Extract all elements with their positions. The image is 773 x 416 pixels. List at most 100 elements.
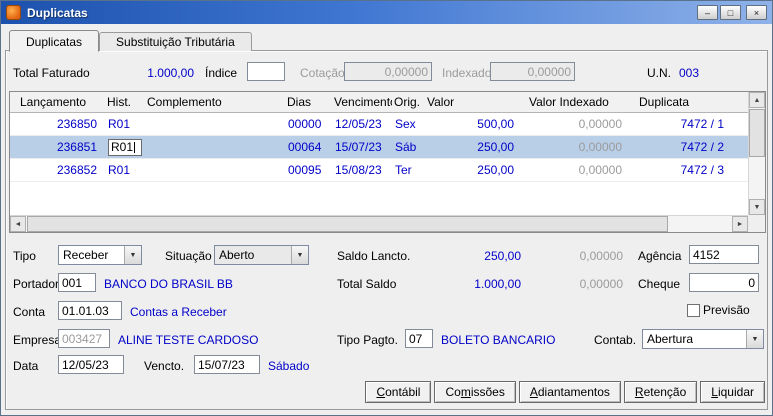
window-title: Duplicatas	[27, 5, 88, 20]
tab-substituicao-tributaria[interactable]: Substituição Tributária	[99, 32, 252, 51]
cell-lancamento: 236851	[56, 140, 97, 154]
window-controls: – □ ×	[697, 5, 767, 20]
data-input[interactable]	[58, 355, 124, 374]
tipo-select[interactable]: Receber ▼	[58, 245, 142, 265]
cell-dias: 00095	[288, 163, 322, 177]
column-header-vencimento[interactable]: Vencimento	[332, 95, 392, 109]
contab-select[interactable]: Abertura ▼	[642, 329, 764, 349]
tipo-pagto-label: Tipo Pagto.	[337, 333, 398, 347]
restore-icon: □	[727, 7, 734, 18]
button-label: iquidar	[717, 385, 754, 399]
cell-vencimento: 15/07/23	[335, 140, 382, 154]
indice-input[interactable]	[247, 62, 285, 81]
inline-cell-editor[interactable]: R01	[108, 138, 142, 156]
text-caret	[134, 141, 136, 153]
horizontal-scroll-thumb[interactable]	[27, 216, 668, 232]
column-header-valor-indexado[interactable]: Valor Indexado	[517, 95, 627, 109]
empresa-code-input[interactable]	[58, 329, 110, 348]
button-label: etenção	[643, 385, 687, 399]
indice-label: Índice	[205, 66, 238, 80]
contabil-button[interactable]: Contábil	[365, 381, 432, 403]
grid-header-row: Lançamento Hist. Complemento Dias Vencim…	[10, 92, 748, 113]
tab-duplicatas[interactable]: Duplicatas	[9, 30, 100, 52]
scroll-right-button[interactable]: ►	[732, 216, 748, 232]
minimize-button[interactable]: –	[697, 5, 718, 20]
tipo-selected-value: Receber	[63, 248, 109, 262]
horizontal-scrollbar[interactable]: ◄ ►	[10, 215, 748, 232]
agencia-input[interactable]	[689, 245, 759, 264]
agencia-label: Agência	[638, 249, 682, 263]
button-hotkey: L	[711, 385, 718, 399]
previsao-checkbox[interactable]	[687, 303, 700, 317]
column-header-valor[interactable]: Valor	[422, 95, 517, 109]
un-label: U.N.	[647, 66, 671, 80]
retencao-button[interactable]: Retenção	[623, 381, 698, 403]
duplicatas-window: Duplicatas – □ × Duplicatas Substituição…	[0, 0, 773, 416]
indexado-input	[490, 62, 575, 81]
column-header-duplicata[interactable]: Duplicata	[627, 95, 732, 109]
empresa-name: ALINE TESTE CARDOSO	[118, 333, 259, 347]
cell-duplicata: 7472 / 2	[680, 140, 724, 154]
vertical-scrollbar[interactable]: ▲ ▼	[748, 92, 765, 215]
inline-editor-text: R01	[111, 139, 134, 154]
cell-orig: Ter	[395, 163, 412, 177]
triangle-up-icon: ▲	[753, 96, 761, 104]
scroll-up-button[interactable]: ▲	[749, 92, 765, 108]
triangle-left-icon: ◄	[14, 220, 22, 228]
cotacao-label: Cotação	[300, 66, 345, 80]
cell-duplicata: 7472 / 3	[680, 163, 724, 177]
contab-selected-value: Abertura	[647, 332, 694, 346]
cell-hist-editor[interactable]: R01	[105, 138, 145, 156]
data-label: Data	[13, 359, 39, 373]
vertical-scroll-thumb[interactable]	[749, 109, 765, 157]
close-button[interactable]: ×	[746, 5, 767, 20]
portador-code-input[interactable]	[58, 273, 96, 292]
table-row[interactable]: 236852 R01 00095 15/08/23 Ter 250,00 0,0…	[10, 159, 748, 182]
previsao-checkbox-group[interactable]: Previsão	[687, 303, 750, 317]
vencto-label: Vencto.	[144, 359, 185, 373]
table-row[interactable]: 236851 R01 00064 15/07/23 Sáb 250,00 0,0…	[10, 136, 748, 159]
empresa-label: Empresa	[13, 333, 62, 347]
indexado-label: Indexado	[442, 66, 492, 80]
cell-orig: Sex	[395, 117, 416, 131]
column-header-complemento[interactable]: Complemento	[145, 95, 285, 109]
saldo-lancto-label: Saldo Lancto.	[337, 249, 411, 263]
situacao-label: Situação	[165, 249, 212, 263]
vencto-input[interactable]	[194, 355, 260, 374]
tipo-pagto-code-input[interactable]	[405, 329, 433, 348]
combo-arrow-button[interactable]: ▼	[746, 330, 763, 348]
scroll-down-button[interactable]: ▼	[749, 199, 765, 215]
liquidar-button[interactable]: Liquidar	[700, 381, 765, 403]
cheque-label: Cheque	[638, 277, 681, 291]
situacao-select[interactable]: Aberto ▼	[214, 245, 309, 265]
vencto-weekday: Sábado	[268, 359, 310, 373]
table-row[interactable]: 236850 R01 00000 12/05/23 Sex 500,00 0,0…	[10, 113, 748, 136]
column-header-lancamento[interactable]: Lançamento	[10, 95, 105, 109]
action-button-row: Contábil Comissões Adiantamentos Retençã…	[365, 381, 765, 403]
column-header-hist[interactable]: Hist.	[105, 95, 145, 109]
total-saldo-label: Total Saldo	[337, 277, 397, 291]
situacao-selected-value: Aberto	[219, 248, 255, 262]
scroll-left-button[interactable]: ◄	[10, 216, 26, 232]
button-label: ontábil	[385, 385, 421, 399]
combo-arrow-button[interactable]: ▼	[291, 246, 308, 264]
contab-label: Contab.	[594, 333, 637, 347]
comissoes-button[interactable]: Comissões	[434, 381, 516, 403]
cheque-input[interactable]	[689, 273, 759, 292]
column-header-dias[interactable]: Dias	[285, 95, 332, 109]
combo-arrow-button[interactable]: ▼	[124, 246, 141, 264]
duplicatas-grid: Lançamento Hist. Complemento Dias Vencim…	[9, 91, 766, 233]
conta-code-input[interactable]	[58, 301, 122, 320]
column-header-orig[interactable]: Orig.	[392, 95, 422, 109]
cell-duplicata: 7472 / 1	[680, 117, 724, 131]
button-hotkey: C	[376, 385, 386, 399]
adiantamentos-button[interactable]: Adiantamentos	[518, 381, 621, 403]
app-icon	[6, 5, 21, 20]
minimize-icon: –	[704, 7, 710, 18]
restore-button[interactable]: □	[720, 5, 741, 20]
cell-dias: 00000	[288, 117, 322, 131]
cell-dias: 00064	[288, 140, 322, 154]
cell-hist: R01	[108, 117, 131, 131]
button-label: Co	[445, 385, 461, 399]
un-value: 003	[679, 66, 700, 80]
